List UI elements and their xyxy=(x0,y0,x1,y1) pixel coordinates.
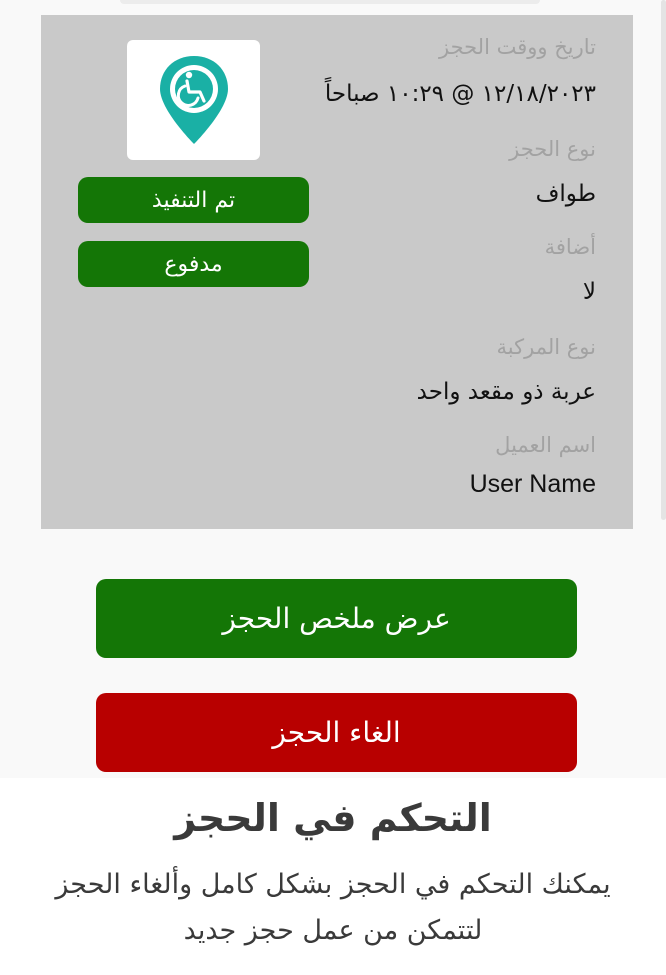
status-executed-badge: تم التنفيذ xyxy=(78,177,309,223)
vehicle-type-label: نوع المركبة xyxy=(496,335,596,359)
status-paid-badge: مدفوع xyxy=(78,241,309,287)
customer-name-value: User Name xyxy=(469,470,596,498)
booking-type-label: نوع الحجز xyxy=(509,137,596,161)
booking-date-label: تاريخ ووقت الحجز xyxy=(438,35,596,59)
extra-value: لا xyxy=(582,279,596,305)
view-booking-summary-button[interactable]: عرض ملخص الحجز xyxy=(96,579,577,658)
customer-name-label: اسم العميل xyxy=(495,433,596,457)
vehicle-type-value: عربة ذو مقعد واحد xyxy=(416,379,596,405)
booking-card: تاريخ ووقت الحجز ١٢/١٨/٢٠٢٣ @ ١٠:٢٩ صباح… xyxy=(41,15,633,529)
booking-type-value: طواف xyxy=(535,181,596,207)
cancel-booking-button[interactable]: الغاء الحجز xyxy=(96,693,577,772)
promo-description: يمكنك التحكم في الحجز بشكل كامل وألغاء ا… xyxy=(55,869,611,946)
previous-card-edge xyxy=(120,0,540,4)
booking-date-value: ١٢/١٨/٢٠٢٣ @ ١٠:٢٩ صباحاً xyxy=(324,81,596,107)
extra-label: أضافة xyxy=(544,235,596,259)
wheelchair-location-pin-icon xyxy=(159,56,228,144)
scrollbar[interactable] xyxy=(661,0,666,520)
promo-title: التحكم في الحجز xyxy=(174,796,492,840)
service-logo xyxy=(127,40,260,160)
